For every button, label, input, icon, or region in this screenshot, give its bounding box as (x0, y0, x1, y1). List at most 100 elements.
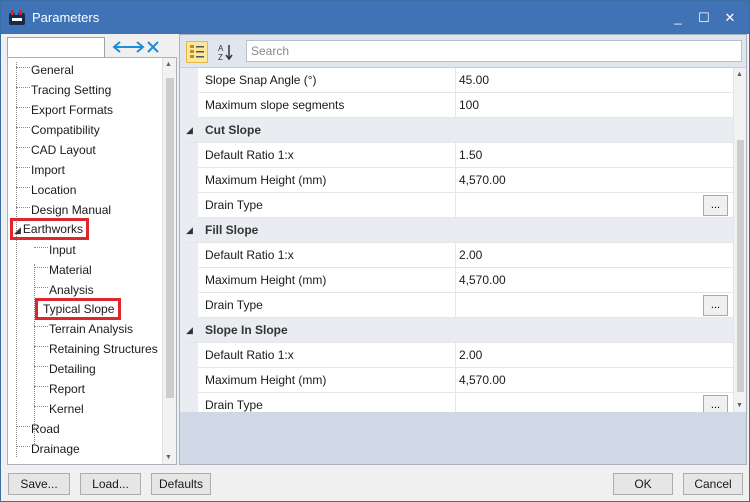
tree-filter-input[interactable] (7, 37, 105, 58)
property-value[interactable]: 2.00 (455, 243, 733, 268)
ok-button[interactable]: OK (613, 473, 673, 495)
property-value[interactable] (455, 293, 733, 318)
property-value[interactable]: 4,570.00 (455, 268, 733, 293)
scroll-up-icon[interactable]: ▲ (736, 71, 743, 78)
scroll-down-icon[interactable]: ▼ (736, 402, 743, 409)
property-name: Default Ratio 1:x (205, 148, 294, 162)
property-value[interactable]: 1.50 (455, 143, 733, 168)
property-search-input[interactable] (246, 40, 742, 62)
property-row[interactable]: Default Ratio 1:x 2.00 (180, 243, 733, 268)
settings-tree[interactable]: General Tracing Setting Export Formats C… (7, 57, 177, 465)
load-button[interactable]: Load... (80, 473, 141, 495)
property-row[interactable]: Drain Type ... (180, 193, 733, 218)
close-button[interactable]: ✕ (717, 10, 743, 26)
property-row[interactable]: Slope Snap Angle (°) 45.00 (180, 68, 733, 93)
property-name: Default Ratio 1:x (205, 248, 294, 262)
tree-item-general[interactable]: General (16, 60, 74, 80)
tree-item-earthworks[interactable]: ◢ Earthworks (10, 218, 89, 240)
tree-item-import[interactable]: Import (16, 160, 65, 180)
scroll-thumb[interactable] (166, 78, 174, 398)
tree-item-terrain-analysis[interactable]: Terrain Analysis (34, 319, 133, 339)
tree-item-typical-slope[interactable]: Typical Slope (35, 298, 122, 320)
tree-item-material[interactable]: Material (34, 260, 92, 280)
tree-item-label: Drainage (31, 442, 80, 456)
collapse-caret-icon[interactable]: ◢ (186, 225, 193, 236)
property-row[interactable]: Maximum Height (mm) 4,570.00 (180, 368, 733, 393)
scroll-thumb[interactable] (737, 140, 744, 392)
tree-item-label: Typical Slope (43, 302, 115, 316)
property-value[interactable]: 2.00 (455, 343, 733, 368)
tree-item-label: Export Formats (31, 103, 114, 117)
property-row[interactable]: Maximum Height (mm) 4,570.00 (180, 268, 733, 293)
save-button[interactable]: Save... (8, 473, 70, 495)
property-row[interactable]: Drain Type ... (180, 293, 733, 318)
property-name: Drain Type (205, 198, 263, 212)
property-value[interactable]: 100 (455, 93, 733, 118)
tree-item-report[interactable]: Report (34, 379, 85, 399)
collapse-caret-icon[interactable]: ◢ (186, 325, 193, 336)
property-value[interactable]: 4,570.00 (455, 368, 733, 393)
tree-item-label: Detailing (49, 362, 96, 376)
browse-button[interactable]: ... (703, 395, 728, 412)
tree-item-compatibility[interactable]: Compatibility (16, 120, 100, 140)
minimize-button[interactable]: _ (665, 10, 691, 25)
tree-item-input[interactable]: Input (34, 240, 76, 260)
maximize-button[interactable]: ☐ (691, 10, 717, 26)
tree-item-tracing-setting[interactable]: Tracing Setting (16, 80, 111, 100)
collapse-caret-icon[interactable]: ◢ (14, 225, 21, 235)
scroll-up-icon[interactable]: ▲ (165, 61, 172, 68)
category-row[interactable]: ◢ Fill Slope (180, 218, 733, 243)
property-panel: A Z Slope Snap Angle (°) 45.00 Maximum s… (179, 34, 747, 465)
property-name: Maximum Height (mm) (205, 173, 327, 187)
tree-item-label: Location (31, 183, 77, 197)
property-name: Maximum Height (mm) (205, 273, 327, 287)
tree-item-label: Input (49, 243, 76, 257)
tree-item-export-formats[interactable]: Export Formats (16, 100, 113, 120)
left-panel: General Tracing Setting Export Formats C… (7, 34, 177, 465)
tree-item-label: Terrain Analysis (49, 322, 134, 336)
window-controls: _ ☐ ✕ (665, 1, 743, 34)
tree-item-label: Retaining Structures (49, 342, 158, 356)
defaults-button[interactable]: Defaults (151, 473, 211, 495)
tree-item-analysis[interactable]: Analysis (34, 280, 94, 300)
property-row[interactable]: Default Ratio 1:x 2.00 (180, 343, 733, 368)
parameters-window: Parameters _ ☐ ✕ General Tracing Setting… (0, 0, 750, 502)
tree-item-kernel[interactable]: Kernel (34, 399, 84, 419)
property-name: Maximum slope segments (205, 98, 345, 112)
property-value[interactable] (455, 193, 733, 218)
scroll-down-icon[interactable]: ▼ (165, 454, 172, 461)
tree-item-label: Import (31, 163, 66, 177)
collapse-caret-icon[interactable]: ◢ (186, 125, 193, 136)
double-arrow-icon[interactable] (111, 39, 161, 55)
title-bar[interactable]: Parameters _ ☐ ✕ (1, 1, 749, 34)
tree-item-cad-layout[interactable]: CAD Layout (16, 140, 96, 160)
category-row[interactable]: ◢ Slope In Slope (180, 318, 733, 343)
grid-scrollbar[interactable]: ▲ ▼ (733, 68, 746, 412)
tree-scrollbar[interactable]: ▲ ▼ (162, 58, 176, 464)
alphabetical-button[interactable]: A Z (214, 41, 236, 63)
property-name: Drain Type (205, 398, 263, 412)
property-value[interactable] (455, 393, 733, 412)
property-row[interactable]: Drain Type ... (180, 393, 733, 412)
tree-item-road[interactable]: Road (16, 419, 60, 439)
property-row[interactable]: Default Ratio 1:x 1.50 (180, 143, 733, 168)
tree-item-drainage[interactable]: Drainage (16, 439, 80, 459)
category-row[interactable]: ◢ Cut Slope (180, 118, 733, 143)
browse-button[interactable]: ... (703, 295, 728, 316)
property-toolbar: A Z (180, 35, 746, 68)
property-value[interactable]: 45.00 (455, 68, 733, 93)
tree-item-design-manual[interactable]: Design Manual (16, 200, 111, 220)
tree-item-detailing[interactable]: Detailing (34, 359, 96, 379)
tree-item-label: Compatibility (31, 123, 100, 137)
tree-item-location[interactable]: Location (16, 180, 76, 200)
property-row[interactable]: Maximum slope segments 100 (180, 93, 733, 118)
categorized-button[interactable] (186, 41, 208, 63)
property-row[interactable]: Maximum Height (mm) 4,570.00 (180, 168, 733, 193)
cancel-button[interactable]: Cancel (683, 473, 743, 495)
property-value[interactable]: 4,570.00 (455, 168, 733, 193)
property-grid[interactable]: Slope Snap Angle (°) 45.00 Maximum slope… (180, 68, 746, 412)
browse-button[interactable]: ... (703, 195, 728, 216)
sort-az-icon: A Z (218, 44, 233, 62)
tree-item-label: Tracing Setting (31, 83, 112, 97)
tree-item-retaining-structures[interactable]: Retaining Structures (34, 339, 158, 359)
